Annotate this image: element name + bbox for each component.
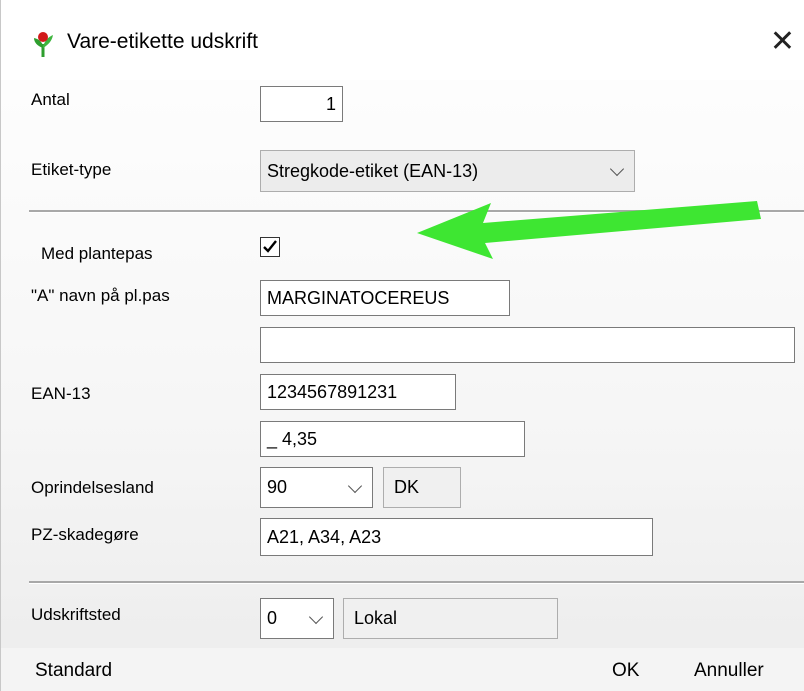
close-icon[interactable]: ✕ <box>770 24 795 59</box>
country-code-display: DK <box>383 467 461 508</box>
med-plantepas-checkbox[interactable] <box>260 237 280 257</box>
oprindelsesland-dropdown[interactable]: 90 <box>260 467 373 508</box>
oprindelsesland-value: 90 <box>267 477 288 497</box>
plant-icon <box>34 32 53 57</box>
ean13-input[interactable]: 1234567891231 <box>260 374 456 410</box>
antal-label: Antal <box>31 90 70 109</box>
title-bar: Vare-etikette udskrift ✕ <box>1 0 804 80</box>
pz-skadegore-input[interactable]: A21, A34, A23 <box>260 518 653 556</box>
price-input[interactable]: _ 4,35 <box>260 421 525 457</box>
checkmark-icon <box>263 240 277 253</box>
cancel-button[interactable]: Annuller <box>694 660 764 682</box>
print-location-display: Lokal <box>343 598 558 639</box>
green-arrow-icon <box>417 201 761 259</box>
pz-skadegore-label: PZ-skadegøre <box>31 525 139 544</box>
antal-input[interactable]: 1 <box>260 86 343 122</box>
separator-bottom <box>29 581 804 584</box>
label-print-dialog: Vare-etikette udskrift ✕ Antal 1 Etiket-… <box>0 0 804 691</box>
button-bar <box>1 648 804 691</box>
udskriftsted-label: Udskriftsted <box>31 605 121 624</box>
ok-button[interactable]: OK <box>612 660 639 682</box>
udskriftsted-value: 0 <box>267 608 278 628</box>
ean13-label: EAN-13 <box>31 384 91 403</box>
chevron-down-icon <box>609 161 625 177</box>
med-plantepas-label: Med plantepas <box>41 244 153 263</box>
chevron-down-icon <box>308 609 324 624</box>
a-navn-label: "A" navn på pl.pas <box>31 286 170 305</box>
window-title: Vare-etikette udskrift <box>67 30 259 53</box>
udskriftsted-dropdown[interactable]: 0 <box>260 598 334 639</box>
a-navn-input[interactable]: MARGINATOCEREUS <box>260 280 510 316</box>
etiket-type-value: Stregkode-etiket (EAN-13) <box>267 160 479 181</box>
extra-name-input[interactable] <box>260 327 795 363</box>
etiket-type-label: Etiket-type <box>31 160 112 179</box>
oprindelsesland-label: Oprindelsesland <box>31 478 154 497</box>
standard-button[interactable]: Standard <box>35 660 112 682</box>
chevron-down-icon <box>347 478 363 493</box>
